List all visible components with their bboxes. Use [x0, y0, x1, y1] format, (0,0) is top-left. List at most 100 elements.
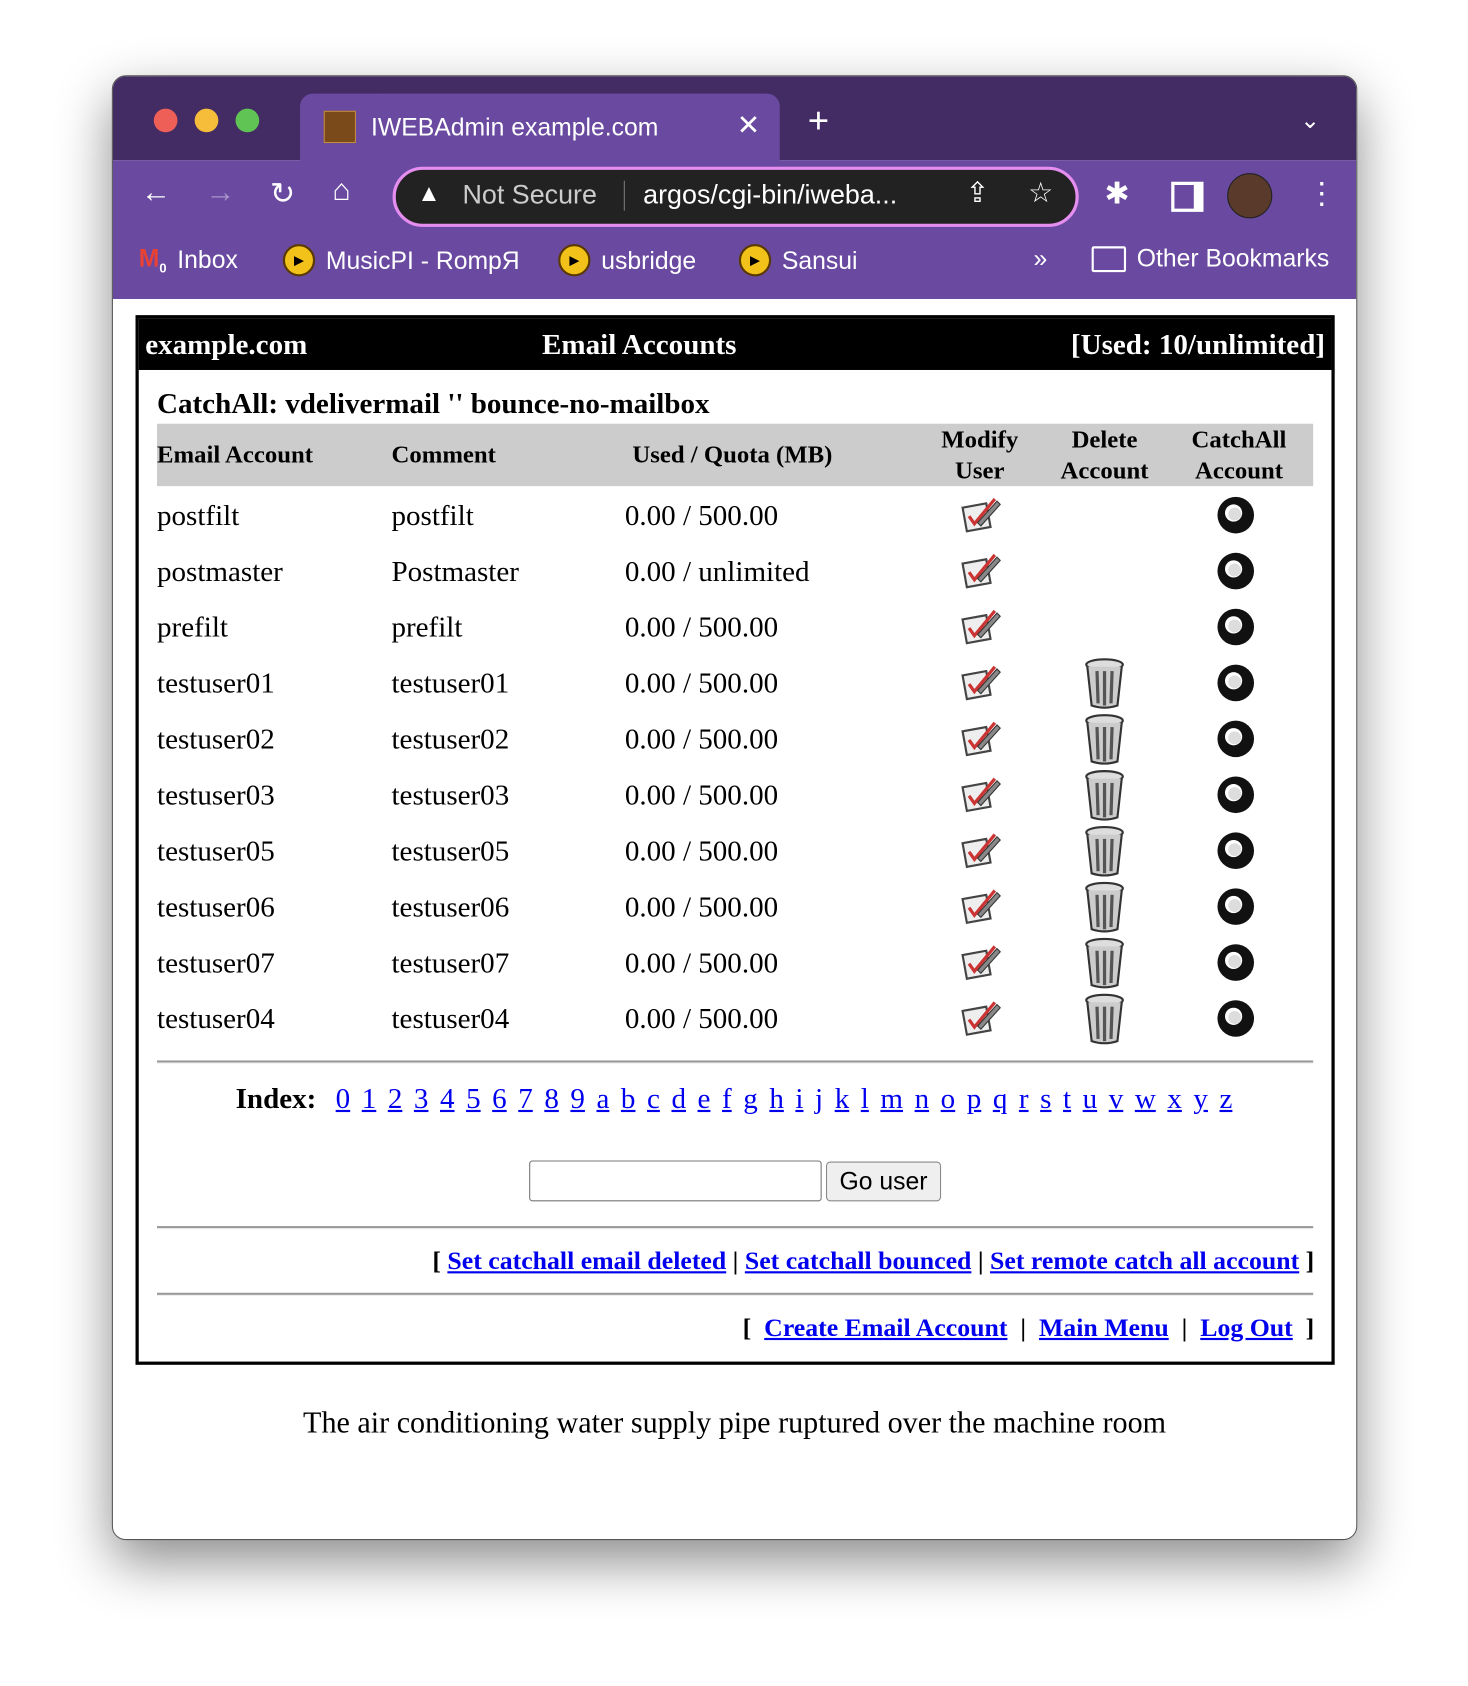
- close-tab-icon[interactable]: ✕: [737, 109, 760, 142]
- index-link-k[interactable]: k: [835, 1082, 850, 1114]
- index-link-2[interactable]: 2: [388, 1082, 403, 1114]
- index-link-e[interactable]: e: [698, 1082, 711, 1114]
- index-link-8[interactable]: 8: [544, 1082, 559, 1114]
- index-link-0[interactable]: 0: [336, 1082, 351, 1114]
- catchall-radio-icon[interactable]: [1214, 829, 1259, 882]
- create-email-account-link[interactable]: Create Email Account: [764, 1314, 1007, 1342]
- close-window-button[interactable]: [153, 108, 178, 133]
- index-link-p[interactable]: p: [967, 1082, 982, 1114]
- modify-user-icon[interactable]: [958, 886, 1001, 932]
- index-link-5[interactable]: 5: [466, 1082, 481, 1114]
- modify-user-icon[interactable]: [958, 663, 1001, 709]
- catchall-radio-icon[interactable]: [1214, 941, 1259, 994]
- index-link-6[interactable]: 6: [492, 1082, 507, 1114]
- index-link-d[interactable]: d: [671, 1082, 686, 1114]
- delete-account-icon[interactable]: [1083, 656, 1126, 717]
- delete-account-icon[interactable]: [1083, 936, 1126, 997]
- back-icon[interactable]: ←: [141, 175, 171, 209]
- delete-account-icon[interactable]: [1083, 880, 1126, 941]
- index-link-g[interactable]: g: [743, 1082, 758, 1114]
- index-link-m[interactable]: m: [880, 1082, 903, 1114]
- delete-account-icon[interactable]: [1083, 712, 1126, 773]
- forward-icon[interactable]: →: [205, 175, 235, 209]
- bookmark-musicpi[interactable]: ▶ MusicPI - RompЯ: [282, 244, 520, 277]
- modify-user-icon[interactable]: [958, 718, 1001, 764]
- url-text[interactable]: argos/cgi-bin/iweba...: [643, 180, 897, 211]
- catchall-radio-icon[interactable]: [1214, 773, 1259, 826]
- email-account: postmaster: [157, 554, 283, 588]
- catchall-radio-icon[interactable]: [1214, 997, 1259, 1050]
- bookmark-usbridge[interactable]: ▶ usbridge: [558, 244, 696, 277]
- delete-account-icon[interactable]: [1083, 992, 1126, 1053]
- catchall-radio-icon[interactable]: [1214, 606, 1259, 659]
- tab-active[interactable]: IWEBAdmin example.com ✕: [300, 93, 780, 163]
- bookmark-inbox[interactable]: M0 Inbox: [139, 244, 238, 276]
- index-link-w[interactable]: w: [1135, 1082, 1156, 1114]
- address-bar[interactable]: ▲ Not Secure argos/cgi-bin/iweba... ⇪ ☆: [392, 166, 1079, 227]
- index-link-s[interactable]: s: [1040, 1082, 1051, 1114]
- side-panel-icon[interactable]: [1171, 181, 1204, 212]
- index-link-l[interactable]: l: [861, 1082, 869, 1114]
- security-label[interactable]: Not Secure: [462, 180, 597, 211]
- modify-user-icon[interactable]: [958, 495, 1001, 541]
- index-link-b[interactable]: b: [621, 1082, 636, 1114]
- index-link-v[interactable]: v: [1109, 1082, 1124, 1114]
- set-remote-catchall-link[interactable]: Set remote catch all account: [990, 1248, 1299, 1276]
- other-bookmarks[interactable]: Other Bookmarks: [1091, 244, 1329, 273]
- index-link-1[interactable]: 1: [362, 1082, 377, 1114]
- catchall-radio-icon[interactable]: [1214, 717, 1259, 770]
- catchall-radio-icon[interactable]: [1214, 494, 1259, 547]
- profile-avatar[interactable]: [1227, 173, 1273, 219]
- delete-account-icon[interactable]: [1083, 768, 1126, 829]
- modify-user-icon[interactable]: [958, 774, 1001, 820]
- catchall-radio-icon[interactable]: [1214, 661, 1259, 714]
- index-link-u[interactable]: u: [1083, 1082, 1098, 1114]
- index-link-c[interactable]: c: [647, 1082, 660, 1114]
- catchall-radio-icon[interactable]: [1214, 885, 1259, 938]
- index-link-i[interactable]: i: [795, 1082, 803, 1114]
- go-user-button[interactable]: Go user: [825, 1161, 942, 1201]
- catchall-radio-icon[interactable]: [1214, 550, 1259, 603]
- zoom-window-button[interactable]: [235, 108, 260, 133]
- gmail-icon: M0: [138, 244, 167, 276]
- set-catchall-deleted-link[interactable]: Set catchall email deleted: [447, 1248, 726, 1276]
- index-link-y[interactable]: y: [1193, 1082, 1208, 1114]
- index-link-4[interactable]: 4: [440, 1082, 455, 1114]
- log-out-link[interactable]: Log Out: [1200, 1314, 1293, 1342]
- index-link-x[interactable]: x: [1167, 1082, 1182, 1114]
- main-menu-link[interactable]: Main Menu: [1039, 1314, 1169, 1342]
- reload-icon[interactable]: ↻: [270, 175, 295, 210]
- home-icon[interactable]: ⌂: [332, 173, 350, 207]
- index-link-7[interactable]: 7: [518, 1082, 533, 1114]
- menu-icon[interactable]: ⋮: [1307, 175, 1337, 210]
- set-catchall-bounced-link[interactable]: Set catchall bounced: [745, 1248, 972, 1276]
- index-link-a[interactable]: a: [596, 1082, 609, 1114]
- index-link-j[interactable]: j: [815, 1082, 823, 1114]
- index-link-o[interactable]: o: [941, 1082, 956, 1114]
- index-link-z[interactable]: z: [1220, 1082, 1233, 1114]
- index-link-r[interactable]: r: [1019, 1082, 1029, 1114]
- index-link-9[interactable]: 9: [570, 1082, 585, 1114]
- modify-user-icon[interactable]: [958, 942, 1001, 988]
- bookmarks-overflow-button[interactable]: »: [1034, 244, 1048, 273]
- index-link-q[interactable]: q: [993, 1082, 1008, 1114]
- new-tab-icon[interactable]: +: [808, 100, 829, 142]
- tab-search-chevron-icon[interactable]: ⌄: [1300, 106, 1320, 134]
- minimize-window-button[interactable]: [194, 108, 219, 133]
- index-link-f[interactable]: f: [722, 1082, 732, 1114]
- extensions-icon[interactable]: ✱: [1105, 175, 1130, 210]
- delete-account-icon[interactable]: [1083, 824, 1126, 885]
- modify-user-icon[interactable]: [958, 551, 1001, 597]
- index-link-t[interactable]: t: [1063, 1082, 1071, 1114]
- email-account: testuser04: [157, 1002, 275, 1035]
- user-search-input[interactable]: [528, 1160, 822, 1202]
- modify-user-icon[interactable]: [958, 607, 1001, 653]
- share-icon[interactable]: ⇪: [966, 176, 989, 209]
- index-link-3[interactable]: 3: [414, 1082, 429, 1114]
- index-link-h[interactable]: h: [769, 1082, 784, 1114]
- bookmark-star-icon[interactable]: ☆: [1028, 176, 1053, 209]
- index-link-n[interactable]: n: [915, 1082, 930, 1114]
- modify-user-icon[interactable]: [958, 998, 1001, 1044]
- bookmark-sansui[interactable]: ▶ Sansui: [738, 244, 858, 277]
- modify-user-icon[interactable]: [958, 830, 1001, 876]
